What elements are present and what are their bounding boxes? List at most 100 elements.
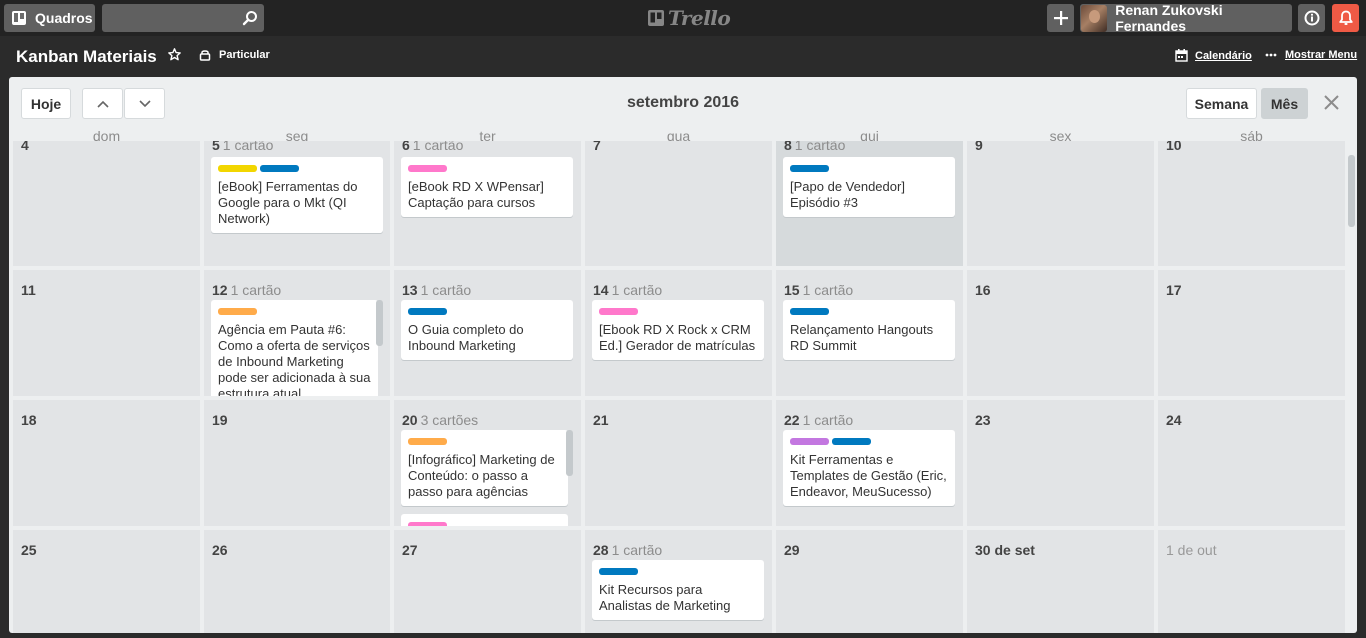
day-cell[interactable]: 51 cartão [eBook] Ferramentas do Google p… — [204, 141, 390, 266]
day-number: 10 — [1166, 141, 1182, 153]
calendar-panel: Hoje setembro 2016 Semana Mês dom seg ter q… — [9, 77, 1357, 633]
day-header: 17 — [1166, 282, 1182, 298]
day-header: 23 — [975, 412, 991, 428]
day-cell[interactable]: 17 — [1158, 270, 1345, 396]
card-label-blue — [832, 438, 871, 445]
day-cell-scrollbar[interactable] — [566, 430, 573, 476]
star-icon — [168, 48, 181, 61]
member-menu-button[interactable]: Renan Zukovski Fernandes — [1080, 2, 1292, 34]
close-calendar-button[interactable] — [1323, 94, 1340, 116]
calendar-card[interactable]: [Infográfico] Marketing de Conteúdo: o p… — [401, 430, 568, 506]
day-cell[interactable]: 22 1 cartão Kit Ferramentas e Templates de… — [776, 400, 963, 526]
day-cell[interactable]: 9 — [967, 141, 1154, 266]
calendar-card[interactable] — [401, 514, 568, 526]
star-button[interactable] — [168, 48, 181, 66]
calendar-card[interactable]: [Ebook RD X Rock x CRM Ed.] Gerador de m… — [592, 300, 764, 360]
logo-text: Trello — [668, 6, 731, 30]
day-header: 7 — [593, 141, 601, 153]
card-title: [Ebook RD X Rock x CRM Ed.] Gerador de m… — [599, 322, 756, 353]
calendar-card[interactable]: O Guia completo do Inbound Marketing — [401, 300, 573, 360]
day-cell[interactable]: 16 — [967, 270, 1154, 396]
card-count: 1 cartão — [611, 282, 663, 298]
day-number: 25 — [21, 542, 37, 558]
calendar-card[interactable]: Relançamento Hangouts RD Summit — [783, 300, 955, 360]
week-view-button[interactable]: Semana — [1186, 88, 1257, 119]
day-cell[interactable]: 18 — [13, 400, 200, 526]
day-cell[interactable]: 15 1 cartão Relançamento Hangouts RD Summi… — [776, 270, 963, 396]
card-title: O Guia completo do Inbound Marketing — [408, 322, 524, 353]
search-box[interactable] — [102, 4, 264, 32]
calendar-card[interactable]: Agência em Pauta #6: Como a oferta de se… — [211, 300, 378, 396]
day-cell[interactable]: 23 — [967, 400, 1154, 526]
day-cell-scrollbar[interactable] — [376, 300, 383, 346]
day-cell[interactable]: 10 — [1158, 141, 1345, 266]
day-header: 16 — [975, 282, 991, 298]
card-title: [eBook RD X WPensar] Captação para curso… — [408, 179, 544, 210]
day-header: 1 de out — [1166, 542, 1217, 558]
search-icon[interactable] — [242, 10, 258, 26]
day-header: 26 — [212, 542, 228, 558]
user-name: Renan Zukovski Fernandes — [1115, 2, 1223, 34]
day-number: 4 — [21, 141, 29, 153]
day-number: 7 — [593, 141, 601, 153]
calendar-card[interactable]: [eBook] Ferramentas do Google para o Mkt… — [211, 157, 383, 233]
day-number: 17 — [1166, 282, 1182, 298]
month-view-button[interactable]: Mês — [1261, 88, 1308, 119]
calendar-card[interactable]: Kit Ferramentas e Templates de Gestão (E… — [783, 430, 955, 506]
day-cell[interactable]: 81 cartão [Papo de Vendedor] Episódio #3 — [776, 141, 963, 266]
card-count: 1 cartão — [230, 282, 282, 298]
day-cell[interactable]: 25 — [13, 530, 200, 633]
day-header: 27 — [402, 542, 418, 558]
card-count: 3 cartões — [420, 412, 479, 428]
card-count: 1 cartão — [412, 141, 464, 153]
calendar-link[interactable]: Calendário — [1175, 49, 1252, 62]
day-cell[interactable]: 30 de set — [967, 530, 1154, 633]
day-header: 30 de set — [975, 542, 1035, 558]
trello-logo[interactable]: Trello — [648, 6, 731, 30]
day-cell[interactable]: 21 — [585, 400, 772, 526]
day-number: 27 — [402, 542, 418, 558]
calendar-card[interactable]: [eBook RD X WPensar] Captação para curso… — [401, 157, 573, 217]
day-cell[interactable]: 7 — [585, 141, 772, 266]
trello-logo-icon — [648, 10, 664, 26]
search-input[interactable] — [102, 4, 236, 32]
day-cell[interactable]: 26 — [204, 530, 390, 633]
day-header: 15 1 cartão — [784, 282, 853, 298]
day-cell[interactable]: 4 — [13, 141, 200, 266]
calendar-card[interactable]: Kit Recursos para Analistas de Marketing — [592, 560, 764, 620]
card-labels — [218, 308, 371, 316]
day-cell[interactable]: 24 — [1158, 400, 1345, 526]
day-cell[interactable]: 19 — [204, 400, 390, 526]
boards-button[interactable]: Quadros — [4, 4, 95, 32]
card-count: 1 cartão — [802, 412, 854, 428]
board-title[interactable]: Kanban Materiais — [16, 47, 157, 67]
notifications-button[interactable] — [1332, 4, 1359, 32]
card-count: 1 cartão — [794, 141, 846, 153]
day-cell[interactable]: 13 1 cartão O Guia completo do Inbound Mar… — [394, 270, 581, 396]
card-label-blue — [408, 308, 447, 315]
calendar-card[interactable]: [Papo de Vendedor] Episódio #3 — [783, 157, 955, 217]
day-number: 28 — [593, 542, 609, 558]
calendar-scrollbar[interactable] — [1348, 155, 1355, 227]
day-header: 22 1 cartão — [784, 412, 853, 428]
show-menu-link[interactable]: Mostrar Menu — [1265, 49, 1357, 61]
top-header: Quadros Trello Renan Zukovski Fernandes — [0, 0, 1366, 36]
info-button[interactable] — [1298, 4, 1325, 32]
day-cell[interactable]: 29 — [776, 530, 963, 633]
day-cell[interactable]: 28 1 cartão Kit Recursos para Analistas de… — [585, 530, 772, 633]
day-cell[interactable]: 20 3 cartões [Infográfico] Marketing de Co… — [394, 400, 581, 526]
visibility-button[interactable]: Particular — [199, 49, 270, 61]
day-number: 1 de out — [1166, 542, 1217, 558]
board-header: Kanban Materiais Particular Calendário M… — [0, 36, 1366, 76]
card-labels — [599, 308, 757, 316]
day-cell[interactable]: 27 — [394, 530, 581, 633]
day-cell[interactable]: 11 — [13, 270, 200, 396]
card-label-orange — [218, 308, 257, 315]
day-header: 18 — [21, 412, 37, 428]
day-cell[interactable]: 61 cartão [eBook RD X WPensar] Captação p… — [394, 141, 581, 266]
day-cell[interactable]: 1 de out — [1158, 530, 1345, 633]
day-cell[interactable]: 14 1 cartão [Ebook RD X Rock x CRM Ed.] Ge… — [585, 270, 772, 396]
day-cell[interactable]: 12 1 cartão Agência em Pauta #6: Como a of… — [204, 270, 390, 396]
add-button[interactable] — [1047, 4, 1074, 32]
visibility-label: Particular — [219, 49, 270, 61]
